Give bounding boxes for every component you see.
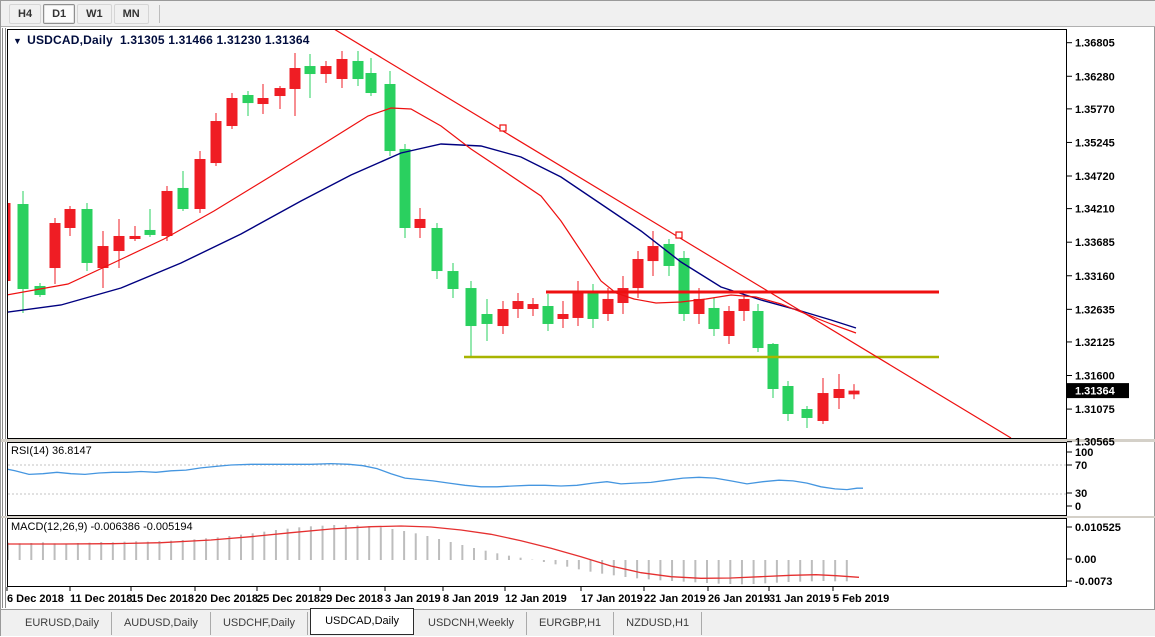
- rsi-axis: 10070 300: [1067, 447, 1093, 513]
- candles-layer: [1, 51, 860, 428]
- svg-text:1.35245: 1.35245: [1075, 137, 1115, 149]
- svg-text:1.31075: 1.31075: [1075, 404, 1115, 416]
- svg-text:1.36805: 1.36805: [1075, 38, 1115, 50]
- date-axis: 6 Dec 2018 11 Dec 201815 Dec 201820 Dec 2…: [7, 587, 889, 605]
- rsi-layer: [1, 464, 1066, 494]
- svg-text:1.31364: 1.31364: [1075, 386, 1116, 398]
- macd-histogram: [1, 525, 859, 584]
- svg-text:6 Dec 2018: 6 Dec 2018: [7, 593, 64, 605]
- symbol-dropdown-icon[interactable]: ▼: [13, 36, 22, 46]
- svg-text:17 Jan 2019: 17 Jan 2019: [581, 593, 643, 605]
- svg-text:15 Dec 2018: 15 Dec 2018: [131, 593, 194, 605]
- svg-text:1.33685: 1.33685: [1075, 237, 1115, 249]
- svg-text:22 Jan 2019: 22 Jan 2019: [644, 593, 706, 605]
- trendline-handle: [676, 232, 682, 238]
- svg-text:0.00: 0.00: [1075, 554, 1096, 566]
- rsi-line: [1, 464, 863, 490]
- svg-text:1.32125: 1.32125: [1075, 337, 1115, 349]
- svg-text:20 Dec 2018: 20 Dec 2018: [195, 593, 258, 605]
- svg-text:1.34210: 1.34210: [1075, 204, 1115, 216]
- ma-blue-line: [1, 144, 856, 328]
- svg-text:1.32635: 1.32635: [1075, 304, 1115, 316]
- svg-text:11 Dec 2018: 11 Dec 2018: [70, 593, 132, 605]
- svg-text:1.33160: 1.33160: [1075, 271, 1115, 283]
- svg-text:100: 100: [1075, 447, 1093, 459]
- svg-text:1.35770: 1.35770: [1075, 104, 1115, 116]
- svg-text:29 Dec 2018: 29 Dec 2018: [320, 593, 383, 605]
- svg-text:70: 70: [1075, 460, 1087, 472]
- svg-text:12 Jan 2019: 12 Jan 2019: [505, 593, 567, 605]
- svg-text:-0.0073: -0.0073: [1075, 576, 1112, 588]
- svg-text:3 Jan 2019: 3 Jan 2019: [385, 593, 441, 605]
- ma-red-line: [1, 108, 856, 333]
- svg-text:1.34720: 1.34720: [1075, 171, 1115, 183]
- macd-axis: 0.010525 0.00 -0.0073: [1067, 522, 1121, 588]
- chart-title: ▼ USDCAD,Daily 1.31305 1.31466 1.31230 1.…: [13, 33, 310, 47]
- svg-text:8 Jan 2019: 8 Jan 2019: [443, 593, 499, 605]
- chart-symbol-label: USDCAD,Daily: [27, 33, 113, 47]
- svg-text:25 Dec 2018: 25 Dec 2018: [257, 593, 320, 605]
- chart-ohlc-values: 1.31305 1.31466 1.31230 1.31364: [120, 33, 310, 47]
- svg-text:0.010525: 0.010525: [1075, 522, 1121, 534]
- trendline-handle: [500, 125, 506, 131]
- svg-text:30: 30: [1075, 488, 1087, 500]
- svg-text:1.36280: 1.36280: [1075, 71, 1115, 83]
- svg-text:5 Feb 2019: 5 Feb 2019: [833, 593, 889, 605]
- svg-text:26 Jan 2019: 26 Jan 2019: [708, 593, 770, 605]
- rsi-label: RSI(14) 36.8147: [11, 445, 92, 457]
- svg-text:0: 0: [1075, 501, 1081, 513]
- current-price-badge: 1.31364: [1067, 383, 1129, 398]
- trading-terminal-window: { "toolbar": { "buttons": ["H4", "D1", "…: [0, 0, 1155, 636]
- macd-label: MACD(12,26,9) -0.006386 -0.005194: [11, 521, 193, 533]
- svg-text:31 Jan 2019: 31 Jan 2019: [769, 593, 831, 605]
- price-chart-canvas[interactable]: 1.36805 1.36280 1.35770 1.35245 1.34720 1.342…: [1, 1, 1155, 637]
- svg-text:1.31600: 1.31600: [1075, 371, 1115, 383]
